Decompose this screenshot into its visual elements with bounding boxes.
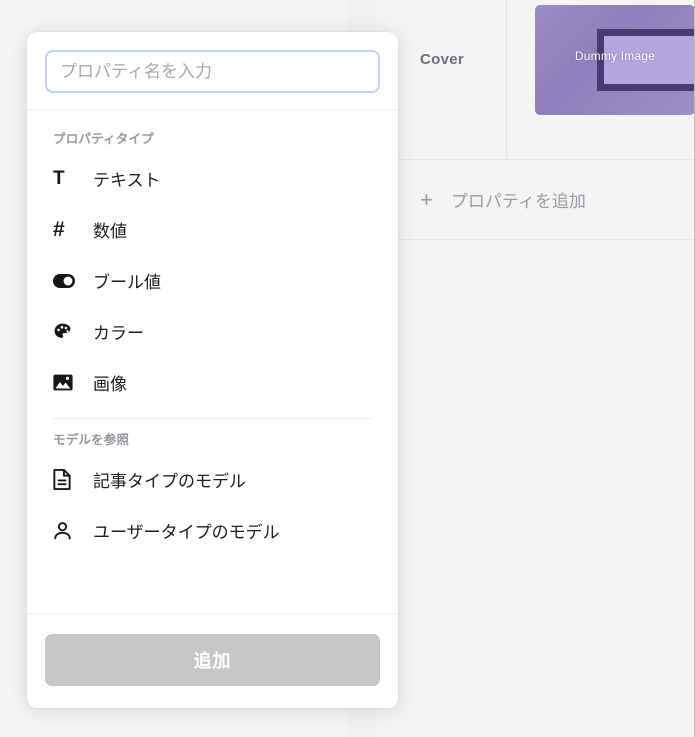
property-name-input[interactable] xyxy=(45,50,380,93)
menu-item-text[interactable]: T テキスト xyxy=(27,153,398,204)
submit-add-property-button[interactable]: 追加 xyxy=(45,634,380,686)
table-row-cover: Cover Dummy Image xyxy=(396,0,695,160)
menu-item-boolean[interactable]: ブール値 xyxy=(27,255,398,306)
text-t-icon: T xyxy=(53,169,81,188)
toggle-icon xyxy=(53,273,81,288)
menu-item-user-model[interactable]: ユーザータイプのモデル xyxy=(27,505,398,556)
hash-glyph: # xyxy=(53,218,65,241)
cover-row-label: Cover xyxy=(396,0,507,159)
menu-item-article-model[interactable]: 記事タイプのモデル xyxy=(27,454,398,505)
popover-search-section xyxy=(27,32,398,110)
menu-item-label: テキスト xyxy=(93,171,161,190)
menu-item-color[interactable]: カラー xyxy=(27,306,398,357)
hash-icon: # xyxy=(53,219,81,240)
menu-item-image[interactable]: 画像 xyxy=(27,357,398,408)
menu-item-label: ブール値 xyxy=(93,273,161,292)
document-icon xyxy=(53,469,81,490)
add-property-row[interactable]: + プロパティを追加 xyxy=(396,160,695,240)
properties-table: Cover Dummy Image + プロパティを追加 xyxy=(396,0,695,737)
cover-thumbnail[interactable]: Dummy Image xyxy=(535,4,695,115)
add-property-label: プロパティを追加 xyxy=(450,192,586,211)
popover-body: プロパティタイプ T テキスト # 数値 ブール値 カラー 画像 モデルを参照 … xyxy=(27,110,398,613)
popover-footer: 追加 xyxy=(27,613,398,708)
menu-item-label: 数値 xyxy=(93,222,127,241)
menu-item-label: カラー xyxy=(93,324,144,343)
group-title-property-type: プロパティタイプ xyxy=(53,132,154,146)
cover-row-value: Dummy Image xyxy=(507,0,695,159)
menu-item-label: ユーザータイプのモデル xyxy=(93,523,280,542)
text-t-glyph: T xyxy=(53,168,65,189)
add-property-popover: プロパティタイプ T テキスト # 数値 ブール値 xyxy=(27,32,398,708)
menu-item-label: 記事タイプのモデル xyxy=(93,472,246,491)
palette-icon xyxy=(53,322,81,341)
plus-icon: + xyxy=(420,186,433,212)
menu-item-label: 画像 xyxy=(93,375,127,394)
group-divider xyxy=(53,418,372,419)
menu-item-number[interactable]: # 数値 xyxy=(27,204,398,255)
group-title-model-reference: モデルを参照 xyxy=(53,433,130,447)
dummy-image-caption: Dummy Image xyxy=(574,48,656,63)
person-icon xyxy=(53,521,81,541)
image-icon xyxy=(53,374,81,391)
